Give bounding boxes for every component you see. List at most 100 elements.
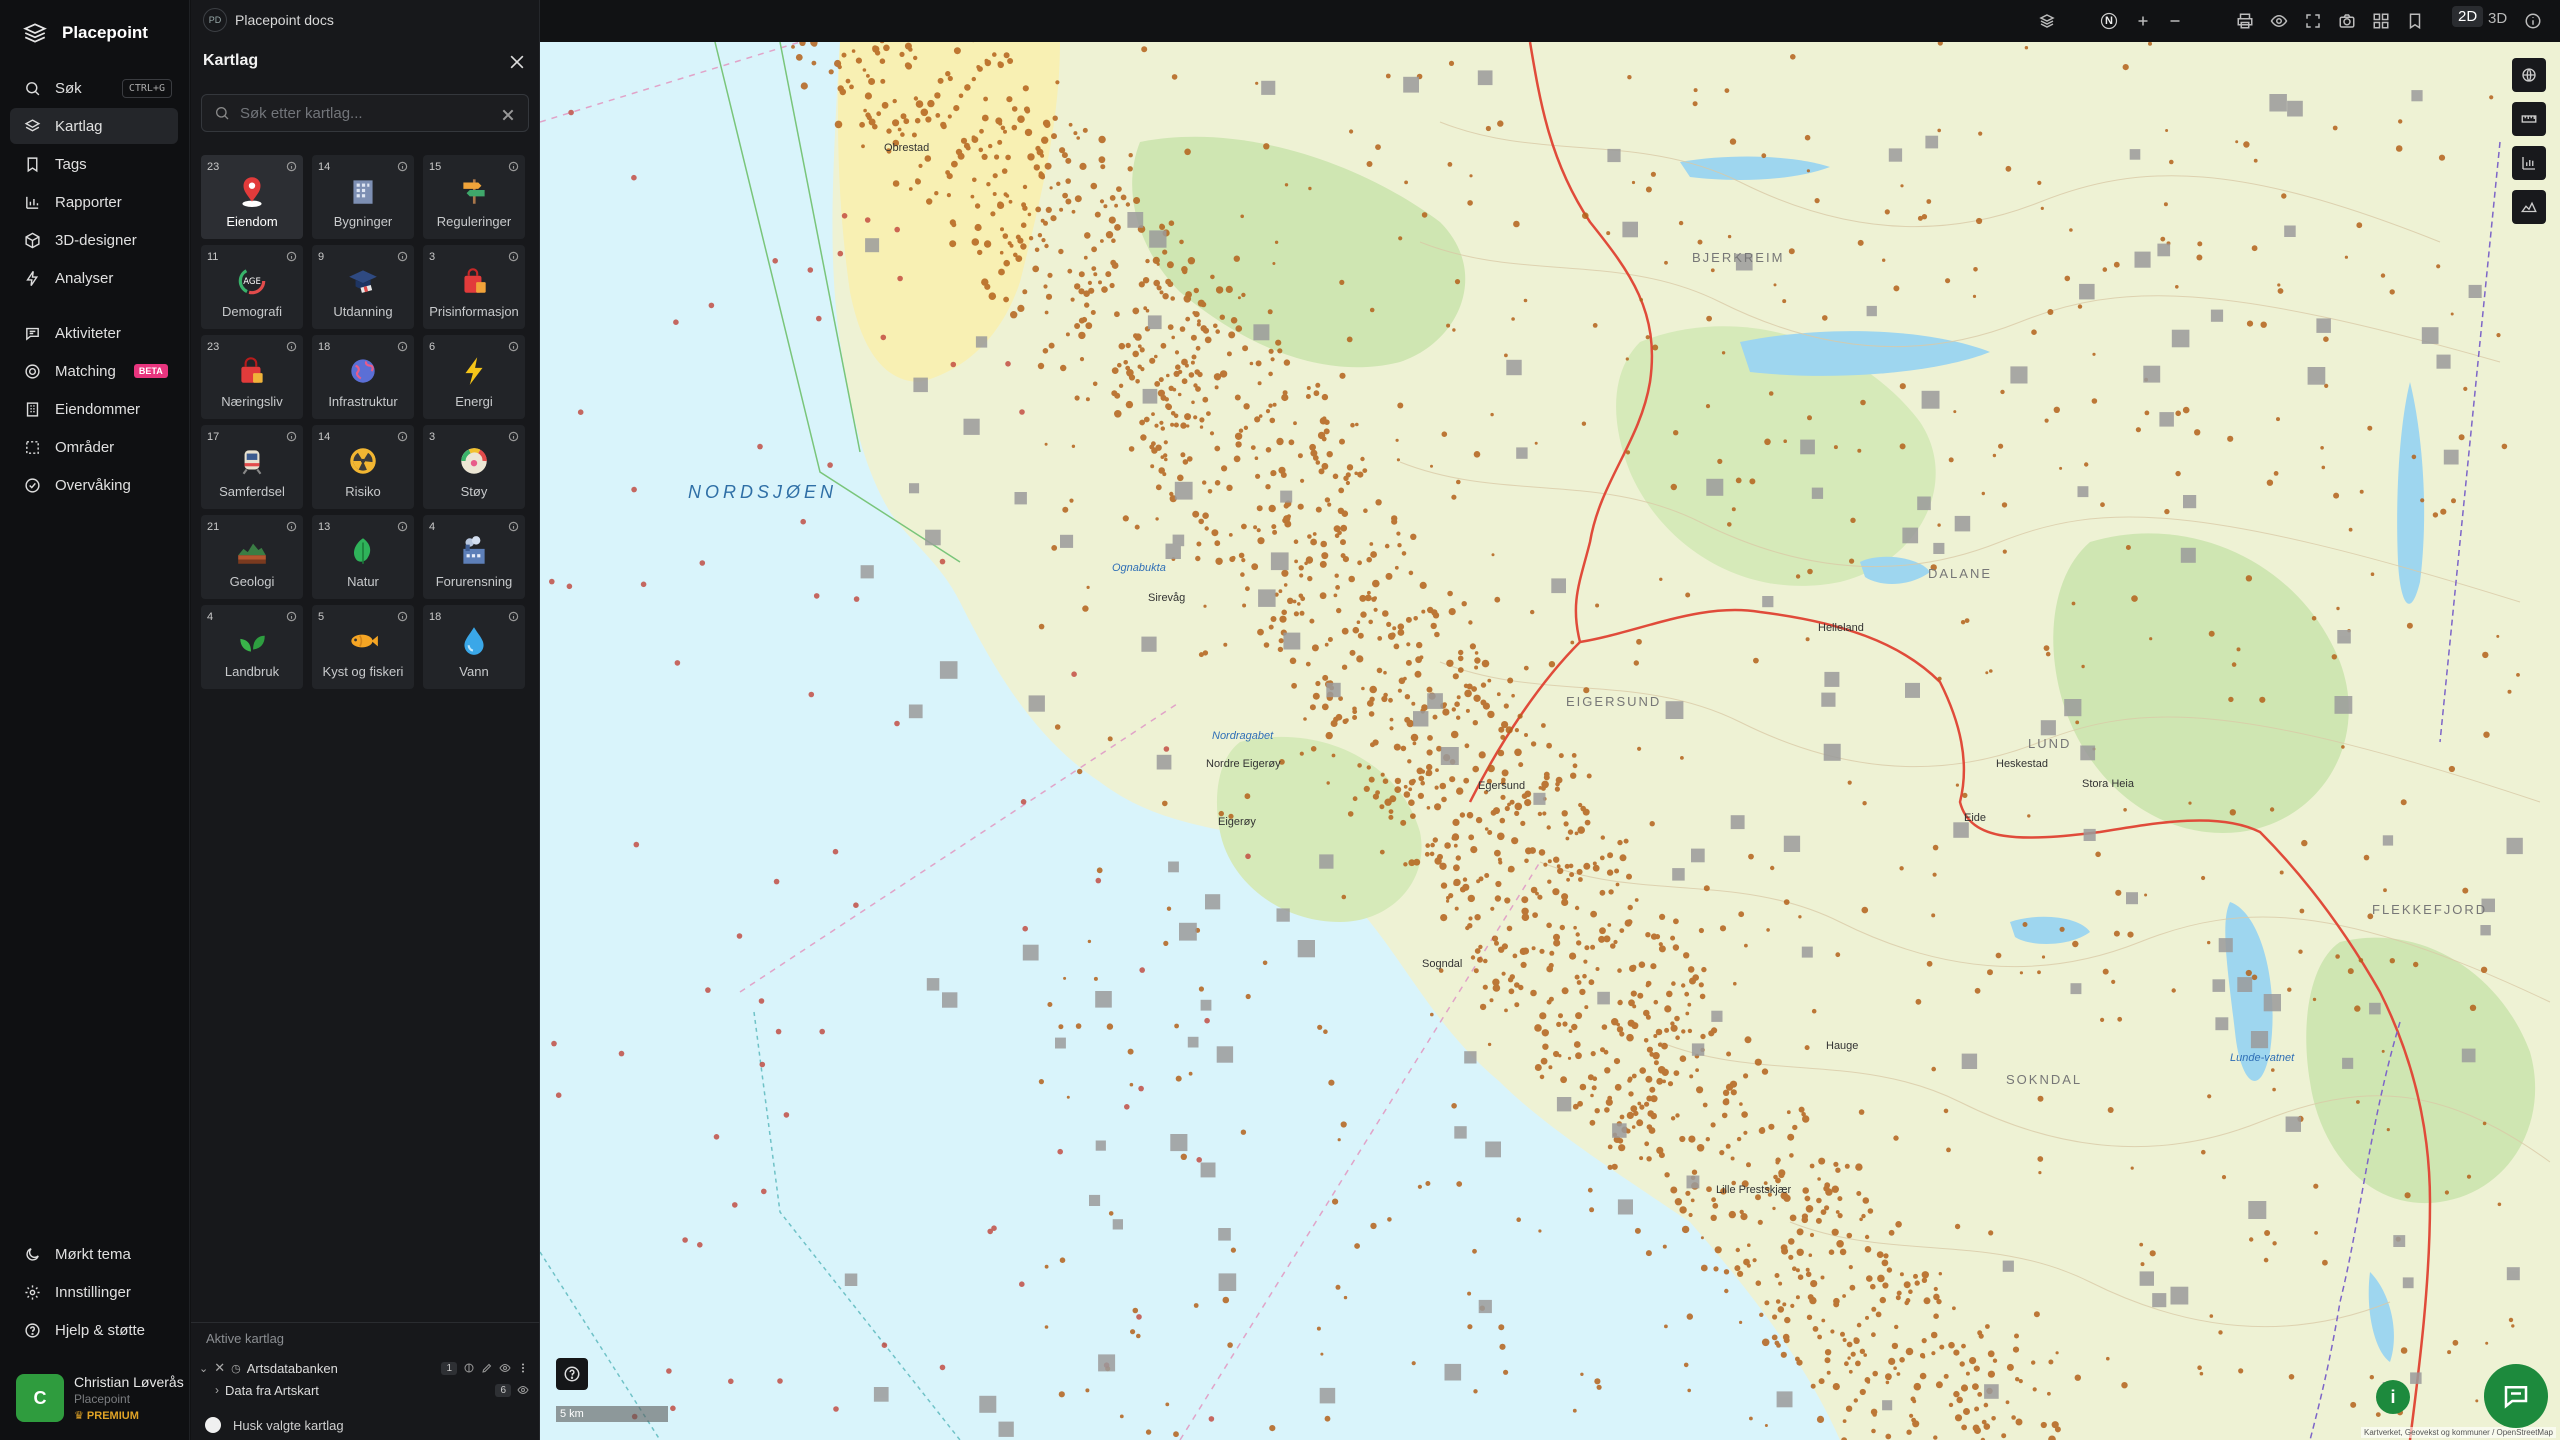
- tile-natur[interactable]: 13 Natur: [312, 515, 414, 599]
- map-point: [1268, 348, 1274, 354]
- more-vertical-icon[interactable]: [517, 1362, 529, 1374]
- zoom-in-button[interactable]: [2130, 8, 2156, 34]
- info-icon[interactable]: [397, 611, 408, 622]
- tile-geologi[interactable]: 21 Geologi: [201, 515, 303, 599]
- tile-risiko[interactable]: 14 Risiko: [312, 425, 414, 509]
- map-point: [1721, 351, 1726, 355]
- tile-eiendom[interactable]: 23 Eiendom: [201, 155, 303, 239]
- map-canvas[interactable]: NORDSJØEN BJERKREIM DALANE EIGERSUND LUN…: [540, 42, 2560, 1440]
- nav-settings[interactable]: Innstillinger: [10, 1274, 178, 1310]
- fullscreen-button[interactable]: [2300, 8, 2326, 34]
- info-icon[interactable]: [286, 611, 297, 622]
- grid-button[interactable]: [2368, 8, 2394, 34]
- nav-matching[interactable]: Matching BETA: [10, 353, 178, 389]
- tile-reguleringer[interactable]: 15 Reguleringer: [423, 155, 525, 239]
- tile-stoy[interactable]: 3 Støy: [423, 425, 525, 509]
- tile-naeringsliv[interactable]: 23 Næringsliv: [201, 335, 303, 419]
- layer-search-input[interactable]: [240, 104, 490, 122]
- remove-layer-icon[interactable]: ✕: [214, 1360, 225, 1376]
- tile-kyst-og-fiskeri[interactable]: 5 Kyst og fiskeri: [312, 605, 414, 689]
- map-tool-profile[interactable]: [2512, 190, 2546, 224]
- nav-eiendommer[interactable]: Eiendommer: [10, 391, 178, 427]
- view-3d-button[interactable]: 3D: [2488, 10, 2507, 27]
- info-button[interactable]: [2520, 8, 2546, 34]
- info-icon[interactable]: [508, 251, 519, 262]
- nav-dark-theme[interactable]: Mørkt tema: [10, 1236, 178, 1272]
- map-tool-layers[interactable]: [2512, 58, 2546, 92]
- map-tool-measure[interactable]: [2512, 102, 2546, 136]
- sea-point: [566, 583, 573, 590]
- info-icon[interactable]: [397, 161, 408, 172]
- nav-omrader[interactable]: Områder: [10, 429, 178, 465]
- screenshot-button[interactable]: [2334, 8, 2360, 34]
- nav-kartlag[interactable]: Kartlag: [10, 108, 178, 144]
- tile-vann[interactable]: 18 Vann: [423, 605, 525, 689]
- chevron-down-icon[interactable]: ⌄: [199, 1362, 208, 1375]
- tile-prisinformasjon[interactable]: 3 Prisinformasjon: [423, 245, 525, 329]
- map-help-button[interactable]: [556, 1358, 588, 1390]
- print-button[interactable]: [2232, 8, 2258, 34]
- eye-icon[interactable]: [499, 1362, 511, 1374]
- nav-analyser[interactable]: Analyser: [10, 260, 178, 296]
- remember-toggle[interactable]: [205, 1417, 221, 1433]
- info-icon[interactable]: [397, 431, 408, 442]
- nav-aktiviteter[interactable]: Aktiviteter: [10, 315, 178, 351]
- info-icon[interactable]: [286, 341, 297, 352]
- opacity-icon[interactable]: [463, 1362, 475, 1374]
- close-panel-icon[interactable]: [507, 52, 527, 72]
- zoom-out-button[interactable]: [2162, 8, 2188, 34]
- tile-infrastruktur[interactable]: 18 Infrastruktur: [312, 335, 414, 419]
- map-attribution[interactable]: Kartverket, Geovekst og kommuner / OpenS…: [2361, 1427, 2556, 1438]
- map-point: [1487, 710, 1495, 719]
- tile-utdanning[interactable]: 9 Utdanning: [312, 245, 414, 329]
- info-icon[interactable]: [508, 431, 519, 442]
- info-icon[interactable]: [286, 431, 297, 442]
- info-icon[interactable]: [286, 251, 297, 262]
- info-icon[interactable]: [397, 251, 408, 262]
- info-icon[interactable]: [397, 341, 408, 352]
- map-point: [1687, 1028, 1693, 1034]
- info-icon[interactable]: [508, 341, 519, 352]
- nav-3d-designer[interactable]: 3D-designer: [10, 222, 178, 258]
- edit-icon[interactable]: [481, 1362, 493, 1374]
- nav-overvaking[interactable]: Overvåking: [10, 467, 178, 503]
- map-tool-chart[interactable]: [2512, 146, 2546, 180]
- info-icon[interactable]: [508, 611, 519, 622]
- tile-forurensning[interactable]: 4 Forurensning: [423, 515, 525, 599]
- eye-icon[interactable]: [517, 1384, 529, 1396]
- clear-search-icon[interactable]: [500, 107, 516, 123]
- tile-energi[interactable]: 6 Energi: [423, 335, 525, 419]
- map-point: [1309, 618, 1315, 624]
- tile-samferdsel[interactable]: 17 Samferdsel: [201, 425, 303, 509]
- nav-help[interactable]: Hjelp & støtte: [10, 1312, 178, 1348]
- chat-button[interactable]: [2484, 1364, 2548, 1428]
- info-icon[interactable]: [508, 161, 519, 172]
- active-layer-artsdatabanken[interactable]: ⌄ ✕ ◷ Artsdatabanken 1: [199, 1357, 529, 1379]
- visibility-button[interactable]: [2266, 8, 2292, 34]
- compass-button[interactable]: N: [2096, 8, 2122, 34]
- info-icon[interactable]: [508, 521, 519, 532]
- remember-layers[interactable]: Husk valgte kartlag: [205, 1417, 344, 1433]
- nav-search[interactable]: Søk CTRL+G: [10, 70, 178, 106]
- map-point: [1759, 1127, 1765, 1132]
- nav-rapporter[interactable]: Rapporter: [10, 184, 178, 220]
- info-fab-button[interactable]: i: [2376, 1380, 2410, 1414]
- tile-bygninger[interactable]: 14 Bygninger: [312, 155, 414, 239]
- tile-demografi[interactable]: 11 AGE Demografi: [201, 245, 303, 329]
- user-profile[interactable]: C Christian Løverås Placepoint ♛ PREMIUM: [16, 1374, 184, 1422]
- bookmark-button[interactable]: [2402, 8, 2428, 34]
- tile-landbruk[interactable]: 4 Landbruk: [201, 605, 303, 689]
- sea-point: [1124, 1104, 1130, 1110]
- map-point: [1831, 1185, 1840, 1193]
- brand[interactable]: Placepoint: [0, 0, 189, 66]
- chevron-right-icon[interactable]: ›: [215, 1383, 219, 1397]
- active-layer-artskart[interactable]: › Data fra Artskart 6: [199, 1379, 529, 1401]
- map-point: [1356, 655, 1364, 663]
- map-point: [2406, 622, 2413, 629]
- info-icon[interactable]: [286, 521, 297, 532]
- info-icon[interactable]: [286, 161, 297, 172]
- layers-toggle-button[interactable]: [2034, 8, 2060, 34]
- nav-tags[interactable]: Tags: [10, 146, 178, 182]
- view-2d-button[interactable]: 2D: [2452, 6, 2484, 27]
- info-icon[interactable]: [397, 521, 408, 532]
